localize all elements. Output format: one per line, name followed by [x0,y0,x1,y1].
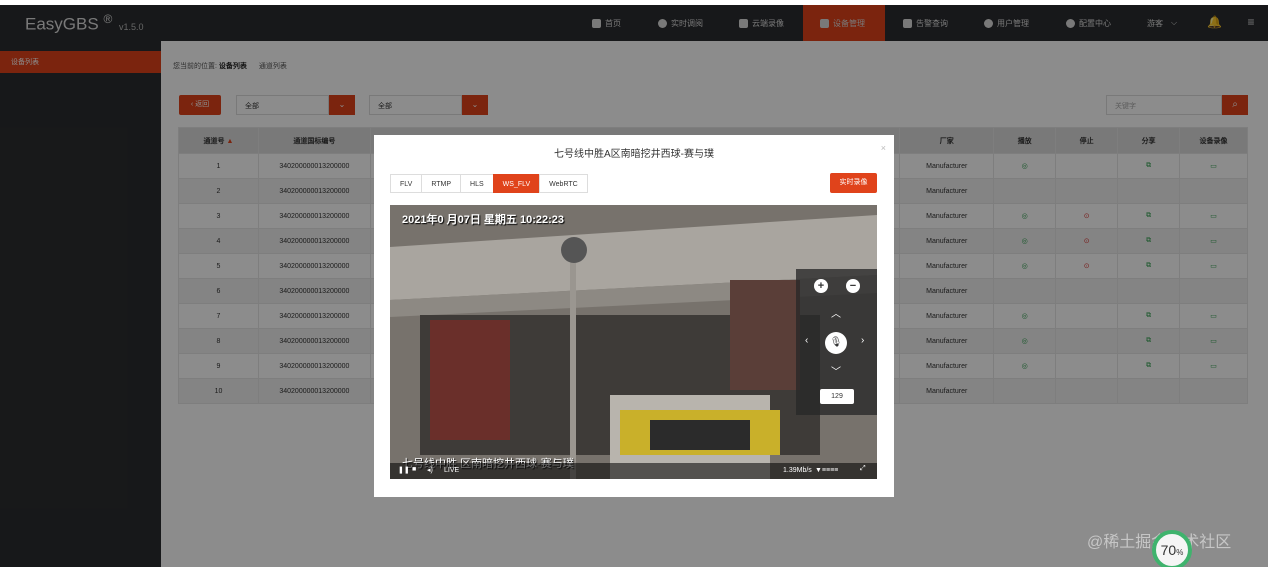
microphone-off-icon[interactable]: 🎙 [825,332,847,354]
ptz-speed-input[interactable]: 129 [820,389,854,404]
player-logo: ▼≡≡≡≡ [815,467,839,474]
stream-protocol-tabs: FLV RTMP HLS WS_FLV WebRTC [390,174,588,193]
volume-icon[interactable]: ◂) [427,466,433,474]
stop-icon[interactable]: ■ [412,466,416,473]
fullscreen-icon[interactable]: ⤢ [860,465,866,473]
video-player-dialog: 七号线中胜A区南暗挖井西球-赛与璞 × FLV RTMP HLS WS_FLV … [374,135,894,497]
tab-hls[interactable]: HLS [460,174,494,193]
live-label: LIVE [444,467,460,474]
video-control-bar: ❚❚ ■ ◂) LIVE 1.39Mb/s ▼≡≡≡≡ ⤢ [390,463,877,479]
progress-unit: % [1176,548,1184,557]
ptz-up-icon[interactable]: ︿ [831,305,841,320]
ptz-down-icon[interactable]: ﹀ [831,363,841,378]
bitrate-label: 1.39Mb/s [783,467,812,474]
zoom-in-icon[interactable]: + [814,279,828,293]
dialog-title: 七号线中胜A区南暗挖井西球-赛与璞 [554,149,714,160]
zoom-out-icon[interactable]: − [846,279,860,293]
realtime-record-button[interactable]: 实时录像 [830,173,877,193]
close-icon[interactable]: × [881,143,886,153]
pause-icon[interactable]: ❚❚ [398,466,410,474]
video-player[interactable]: 2021年0 月07日 星期五 10:22:23 七号线中胜 区南暗挖井西球-赛… [390,205,877,479]
ptz-left-icon[interactable]: ‹ [805,335,808,346]
ptz-right-icon[interactable]: › [861,335,864,346]
progress-badge: 70% [1152,530,1192,567]
tab-ws-flv[interactable]: WS_FLV [492,174,541,193]
ptz-control-panel: + − ︿ ‹ › 🎙 ﹀ 129 [796,269,877,415]
progress-value: 70 [1160,542,1177,558]
tab-flv[interactable]: FLV [390,174,423,193]
tab-rtmp[interactable]: RTMP [421,174,462,193]
video-timestamp: 2021年0 月07日 星期五 10:22:23 [402,214,565,226]
tab-webrtc[interactable]: WebRTC [539,174,588,193]
